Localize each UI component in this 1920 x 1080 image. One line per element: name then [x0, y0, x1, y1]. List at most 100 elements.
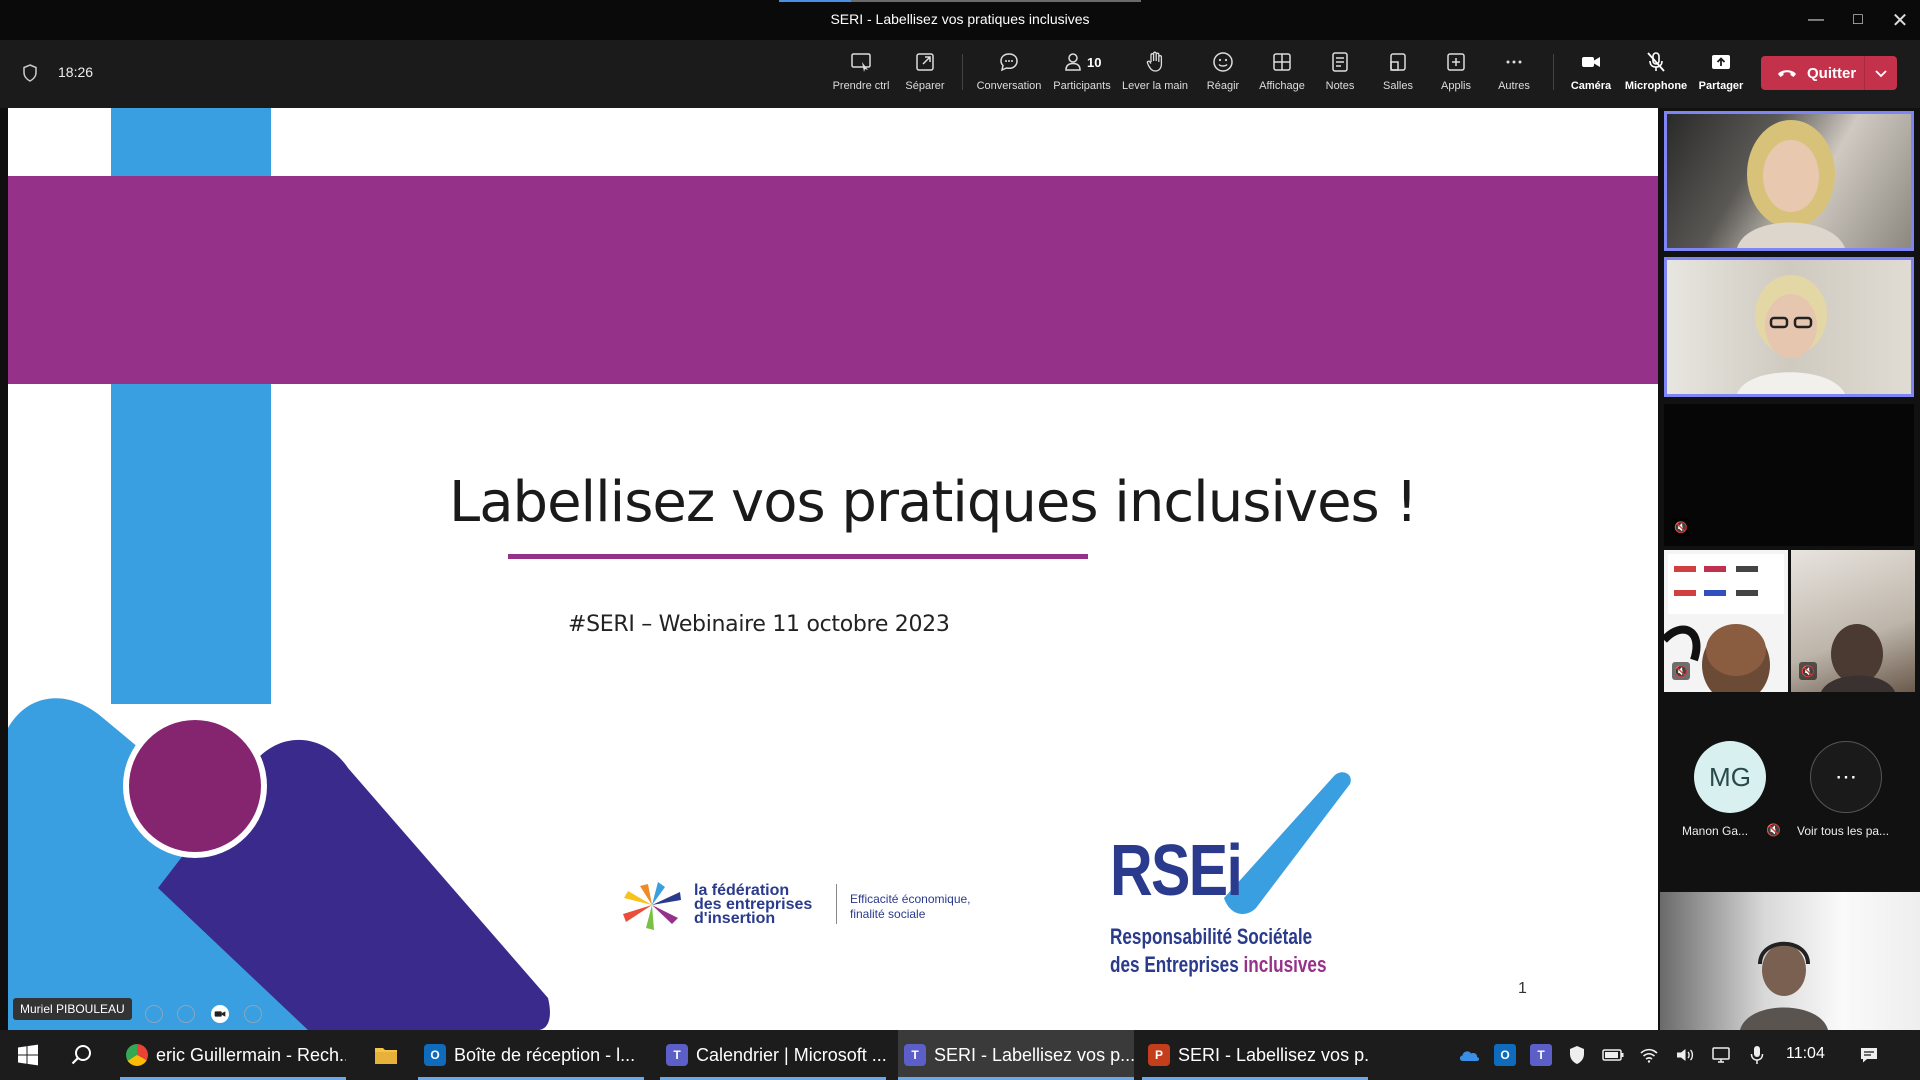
- taskbar-item-label: eric Guillermain - Rech...: [156, 1044, 346, 1065]
- microphone-button[interactable]: Microphone: [1623, 50, 1689, 100]
- fei-name-line-3: d'insertion: [694, 910, 776, 927]
- outlook-tray-icon[interactable]: O: [1494, 1044, 1516, 1066]
- taskbar-item-label: Calendrier | Microsoft ...: [696, 1044, 886, 1065]
- rooms-button[interactable]: Salles: [1365, 50, 1431, 100]
- rooms-label: Salles: [1383, 80, 1413, 92]
- rsei-line-2-accent: inclusives: [1243, 952, 1327, 977]
- window-title-bar: SERI - Labellisez vos pratiques inclusiv…: [0, 0, 1920, 40]
- take-control-icon: [851, 53, 871, 72]
- windows-logo-icon: [18, 1044, 38, 1066]
- presenter-more-icon[interactable]: [244, 1005, 262, 1023]
- notes-label: Notes: [1325, 80, 1355, 92]
- video-tile[interactable]: 🔇: [1664, 550, 1788, 692]
- start-button[interactable]: [12, 1030, 44, 1080]
- shared-presentation-slide: Labellisez vos pratiques inclusives ! #S…: [8, 108, 1658, 1030]
- chat-button[interactable]: Conversation: [976, 50, 1042, 100]
- muted-mic-icon: 🔇: [1672, 662, 1690, 680]
- raise-hand-button[interactable]: Lever la main: [1122, 50, 1188, 100]
- taskbar-item[interactable]: eric Guillermain - Rech...: [120, 1030, 346, 1080]
- participants-count: 10: [1087, 55, 1102, 70]
- take-control-button[interactable]: Prendre ctrl: [828, 50, 894, 100]
- video-tile[interactable]: 🔇: [1791, 550, 1915, 692]
- pop-out-label: Séparer: [905, 80, 945, 92]
- minimize-icon[interactable]: —: [1798, 4, 1834, 36]
- pop-out-icon: [916, 53, 934, 71]
- zoom-icon[interactable]: [145, 1005, 163, 1023]
- security-shield-icon[interactable]: [1566, 1044, 1588, 1066]
- taskbar-item-active[interactable]: T SERI - Labellisez vos p...: [898, 1030, 1134, 1080]
- file-explorer-icon[interactable]: [370, 1030, 402, 1080]
- leave-button[interactable]: Quitter: [1761, 56, 1897, 90]
- close-icon[interactable]: ✕: [1882, 4, 1918, 36]
- taskbar-item-label: SERI - Labellisez vos p...: [934, 1044, 1134, 1065]
- breakout-rooms-icon: [1390, 53, 1406, 71]
- react-label: Réagir: [1206, 80, 1240, 92]
- network-icon[interactable]: [1710, 1044, 1732, 1066]
- slide-page-number: 1: [1518, 980, 1527, 997]
- presenter-video-icon[interactable]: [211, 1005, 229, 1023]
- participant-video-feed: [1740, 941, 1828, 1030]
- apps-button[interactable]: Applis: [1423, 50, 1489, 100]
- onedrive-icon[interactable]: [1458, 1044, 1480, 1066]
- react-button[interactable]: Réagir: [1190, 50, 1256, 100]
- fit-icon[interactable]: [177, 1005, 195, 1023]
- taskbar-item[interactable]: T Calendrier | Microsoft ...: [660, 1030, 886, 1080]
- slide-subtitle: #SERI – Webinaire 11 octobre 2023: [568, 612, 950, 637]
- teams-icon: T: [904, 1044, 926, 1066]
- windows-taskbar: eric Guillermain - Rech... O Boîte de ré…: [0, 1030, 1920, 1080]
- fei-logo-separator: [836, 884, 837, 924]
- outlook-icon: O: [424, 1044, 446, 1066]
- teams-tray-icon[interactable]: T: [1530, 1044, 1552, 1066]
- notifications-icon[interactable]: [1858, 1044, 1880, 1066]
- muted-mic-icon: 🔇: [1766, 823, 1781, 837]
- participant-video-feed: [1737, 120, 1845, 248]
- microphone-tray-icon[interactable]: [1746, 1044, 1768, 1066]
- taskbar-item-label: Boîte de réception - l...: [454, 1044, 636, 1065]
- taskbar-item[interactable]: O Boîte de réception - l...: [418, 1030, 644, 1080]
- hang-up-icon: [1778, 70, 1796, 77]
- maximize-icon[interactable]: □: [1840, 4, 1876, 36]
- search-icon[interactable]: [66, 1030, 98, 1080]
- more-icon: [1506, 60, 1522, 64]
- rsei-logo: RSEi Responsabilité Sociétale des Entrep…: [1106, 768, 1366, 977]
- taskbar-clock[interactable]: 11:04: [1786, 1045, 1825, 1063]
- wifi-icon[interactable]: [1638, 1044, 1660, 1066]
- toolbar-divider: [962, 54, 963, 90]
- camera-icon: [1582, 57, 1600, 67]
- participants-button[interactable]: Participants: [1049, 50, 1115, 100]
- see-all-participants-button[interactable]: ⋯: [1810, 741, 1882, 813]
- chat-label: Conversation: [976, 80, 1042, 92]
- emoji-icon: [1213, 52, 1233, 72]
- video-tile[interactable]: [1664, 257, 1914, 397]
- fei-tagline-line-1: Efficacité économique,: [850, 892, 971, 906]
- camera-button[interactable]: Caméra: [1558, 50, 1624, 100]
- slide-decoration-shapes: [8, 698, 550, 1030]
- rsei-line-2-main: des Entreprises: [1110, 952, 1244, 977]
- taskbar-item[interactable]: P SERI - Labellisez vos p...: [1142, 1030, 1368, 1080]
- window-title: SERI - Labellisez vos pratiques inclusiv…: [830, 11, 1090, 27]
- slide-title-underline: [508, 554, 1088, 559]
- video-tile[interactable]: [1664, 111, 1914, 251]
- battery-icon[interactable]: [1602, 1044, 1624, 1066]
- fei-tagline-line-2: finalité sociale: [850, 907, 926, 921]
- leave-options-chevron-icon[interactable]: [1865, 68, 1897, 78]
- hand-icon: [1146, 51, 1163, 72]
- more-button[interactable]: Autres: [1481, 50, 1547, 100]
- add-app-icon: [1447, 53, 1465, 71]
- share-button[interactable]: Partager: [1688, 50, 1754, 100]
- view-button[interactable]: Affichage: [1249, 50, 1315, 100]
- slide-title: Labellisez vos pratiques inclusives !: [449, 470, 1418, 535]
- volume-icon[interactable]: [1674, 1044, 1696, 1066]
- participant-name: Manon Ga...: [1682, 824, 1749, 838]
- see-all-participants-label: Voir tous les pa...: [1797, 824, 1890, 838]
- apps-label: Applis: [1441, 80, 1471, 92]
- microphone-muted-icon: [1647, 52, 1665, 72]
- share-label: Partager: [1698, 80, 1744, 92]
- pop-out-button[interactable]: Séparer: [892, 50, 958, 100]
- self-video-tile[interactable]: [1660, 892, 1920, 1030]
- camera-label: Caméra: [1570, 80, 1612, 92]
- video-tile[interactable]: 🔇: [1664, 404, 1914, 546]
- avatar[interactable]: MG: [1694, 741, 1766, 813]
- notes-button[interactable]: Notes: [1307, 50, 1373, 100]
- fei-star-logo-icon: [623, 882, 681, 930]
